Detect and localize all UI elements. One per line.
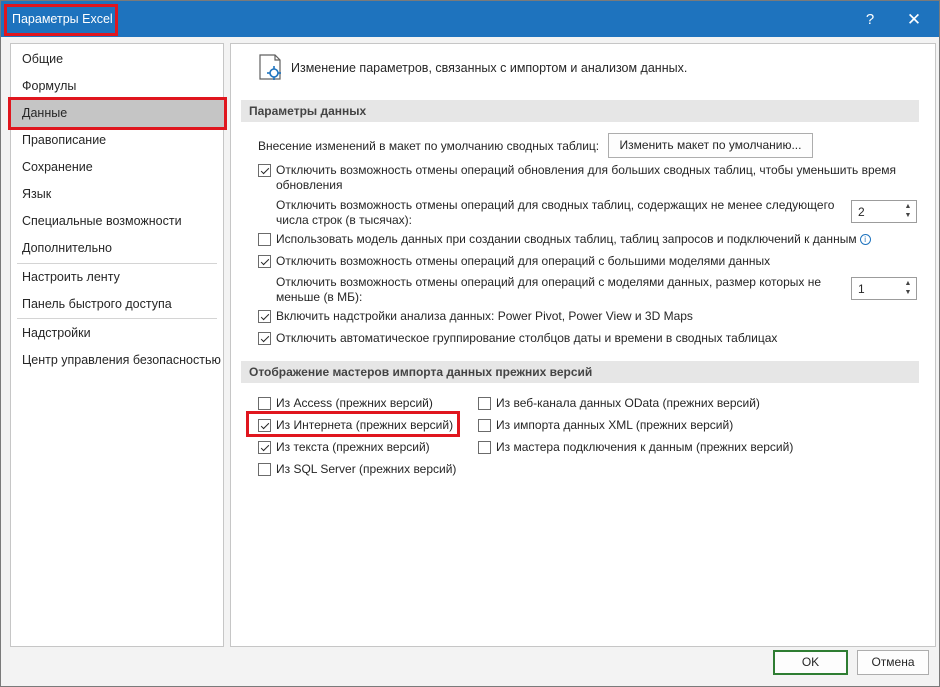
- excel-options-dialog: Параметры Excel ? ✕ Общие Формулы Данные…: [0, 0, 940, 687]
- title-bar: Параметры Excel ? ✕: [1, 1, 939, 37]
- legacy-text-label: Из текста (прежних версий): [276, 440, 430, 454]
- spinner-value: 1: [858, 282, 865, 296]
- use-data-model-label: Использовать модель данных при создании …: [276, 232, 857, 246]
- legacy-access-label: Из Access (прежних версий): [276, 396, 433, 410]
- legacy-connection-wizard-label: Из мастера подключения к данным (прежних…: [496, 440, 794, 454]
- ok-button[interactable]: OK: [773, 650, 848, 675]
- title-highlight-box: [4, 4, 118, 36]
- section-data-options: Параметры данных: [241, 100, 919, 122]
- disable-undo-large-model-label: Отключить возможность отмены операций дл…: [276, 254, 771, 268]
- spinner-arrows-icon[interactable]: ▲ ▼: [903, 202, 913, 220]
- disable-undo-large-model-checkbox[interactable]: [258, 255, 271, 268]
- section-legacy-wizards: Отображение мастеров импорта данных преж…: [241, 361, 919, 383]
- nav-item-customize-ribbon[interactable]: Настроить ленту: [22, 270, 120, 284]
- nav-item-trust-center[interactable]: Центр управления безопасностью: [22, 353, 221, 367]
- legacy-sql-checkbox[interactable]: [258, 463, 271, 476]
- use-data-model-text: Использовать модель данных при создании …: [276, 232, 916, 247]
- nav-divider: [17, 263, 217, 264]
- use-data-model-checkbox[interactable]: [258, 233, 271, 246]
- disable-undo-large-pivot-label: Отключить возможность отмены операций об…: [276, 163, 897, 192]
- page-description: Изменение параметров, связанных с импорт…: [291, 61, 688, 75]
- legacy-connection-wizard-checkbox[interactable]: [478, 441, 491, 454]
- nav-item-advanced[interactable]: Дополнительно: [22, 241, 112, 255]
- section-title: Отображение мастеров импорта данных преж…: [249, 365, 593, 379]
- close-button[interactable]: ✕: [902, 9, 926, 31]
- model-size-threshold-label: Отключить возможность отмены операций дл…: [276, 275, 822, 304]
- nav-item-proofing[interactable]: Правописание: [22, 133, 106, 147]
- legacy-xml-checkbox[interactable]: [478, 419, 491, 432]
- default-layout-label: Внесение изменений в макет по умолчанию …: [258, 139, 600, 153]
- disable-undo-large-pivot-checkbox[interactable]: [258, 164, 271, 177]
- nav-item-save[interactable]: Сохранение: [22, 160, 93, 174]
- help-button[interactable]: ?: [858, 9, 882, 31]
- edit-default-layout-button[interactable]: Изменить макет по умолчанию...: [608, 133, 813, 158]
- nav-item-language[interactable]: Язык: [22, 187, 51, 201]
- nav-selected-highlight-box: [8, 97, 227, 130]
- legacy-odata-checkbox[interactable]: [478, 397, 491, 410]
- options-nav: Общие Формулы Данные Правописание Сохран…: [8, 43, 227, 647]
- enable-addins-label: Включить надстройки анализа данных: Powe…: [276, 309, 693, 323]
- model-size-threshold-spinner[interactable]: 1 ▲ ▼: [851, 277, 917, 300]
- legacy-web-highlight-box: [246, 411, 460, 437]
- legacy-access-checkbox[interactable]: [258, 397, 271, 410]
- pivot-rows-threshold-label: Отключить возможность отмены операций дл…: [276, 198, 835, 227]
- nav-item-accessibility[interactable]: Специальные возможности: [22, 214, 182, 228]
- disable-auto-grouping-checkbox[interactable]: [258, 332, 271, 345]
- enable-addins-checkbox[interactable]: [258, 310, 271, 323]
- info-icon[interactable]: i: [859, 234, 871, 245]
- section-title: Параметры данных: [249, 104, 367, 118]
- spinner-arrows-icon[interactable]: ▲ ▼: [903, 279, 913, 297]
- options-main-panel: Изменение параметров, связанных с импорт…: [230, 43, 936, 647]
- nav-item-general[interactable]: Общие: [22, 52, 63, 66]
- data-import-settings-icon: [259, 54, 281, 80]
- nav-divider: [17, 318, 217, 319]
- legacy-sql-label: Из SQL Server (прежних версий): [276, 462, 457, 476]
- nav-item-addins[interactable]: Надстройки: [22, 326, 91, 340]
- nav-item-quick-access[interactable]: Панель быстрого доступа: [22, 297, 172, 311]
- legacy-odata-label: Из веб-канала данных OData (прежних верс…: [496, 396, 760, 410]
- legacy-text-checkbox[interactable]: [258, 441, 271, 454]
- nav-item-formulas[interactable]: Формулы: [22, 79, 76, 93]
- pivot-rows-threshold-spinner[interactable]: 2 ▲ ▼: [851, 200, 917, 223]
- spinner-value: 2: [858, 205, 865, 219]
- legacy-xml-label: Из импорта данных XML (прежних версий): [496, 418, 734, 432]
- disable-auto-grouping-label: Отключить автоматическое группирование с…: [276, 331, 778, 345]
- cancel-button[interactable]: Отмена: [857, 650, 929, 675]
